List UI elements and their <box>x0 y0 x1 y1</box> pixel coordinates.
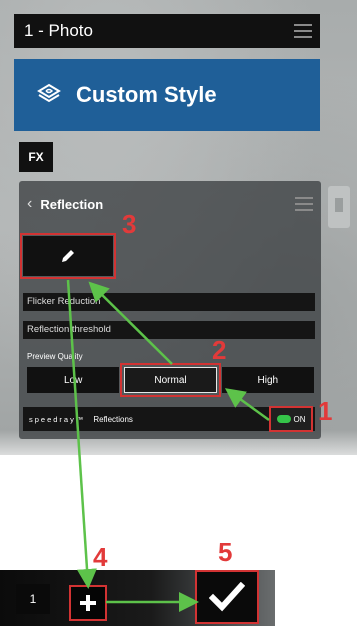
reflection-panel: ‹ Reflection Flicker Reduction Reflectio… <box>19 181 321 439</box>
pencil-icon <box>62 250 74 262</box>
step-1-marker: 1 <box>318 396 333 426</box>
step-4-marker: 4 <box>93 542 108 572</box>
custom-style-logo-icon <box>37 83 61 103</box>
fx-button[interactable]: FX <box>19 142 53 172</box>
step-2-marker: 2 <box>212 335 227 365</box>
menu-icon[interactable] <box>294 24 312 38</box>
quality-normal-button[interactable]: Normal <box>120 363 221 397</box>
checkmark-icon <box>209 582 245 612</box>
reflection-threshold-field[interactable]: Reflection threshold <box>23 321 315 339</box>
flicker-reduction-field[interactable]: Flicker Reduction <box>23 293 315 311</box>
speedray-reflections-row: speedray™ Reflections ON <box>23 406 315 432</box>
confirm-button[interactable] <box>195 570 259 624</box>
side-handle[interactable] <box>328 186 350 228</box>
step-5-marker: 5 <box>218 537 233 567</box>
custom-style-header[interactable]: Custom Style <box>14 59 320 131</box>
quality-low-button[interactable]: Low <box>27 367 120 393</box>
photo-title: 1 - Photo <box>24 21 93 40</box>
top-bar: 1 - Photo <box>14 14 320 48</box>
preview-quality-selector: Low Normal High <box>27 363 314 397</box>
panel-header[interactable]: ‹ Reflection <box>27 195 103 213</box>
edit-button[interactable] <box>20 233 116 279</box>
reflections-toggle[interactable]: ON <box>269 406 313 432</box>
add-button[interactable] <box>69 585 107 621</box>
page-number[interactable]: 1 <box>16 584 50 614</box>
menu-icon[interactable] <box>295 197 313 211</box>
speedray-brand: speedray™ <box>29 414 86 424</box>
plus-icon <box>80 595 96 611</box>
custom-style-label: Custom Style <box>76 82 217 107</box>
toggle-label: ON <box>293 414 306 424</box>
preview-quality-label: Preview Quality <box>27 352 83 361</box>
panel-title: Reflection <box>40 196 104 212</box>
quality-high-button[interactable]: High <box>221 367 314 393</box>
toggle-indicator-icon <box>276 415 291 423</box>
step-3-marker: 3 <box>122 209 137 239</box>
speedray-label: Reflections <box>93 414 133 424</box>
chevron-left-icon[interactable]: ‹ <box>27 195 32 213</box>
